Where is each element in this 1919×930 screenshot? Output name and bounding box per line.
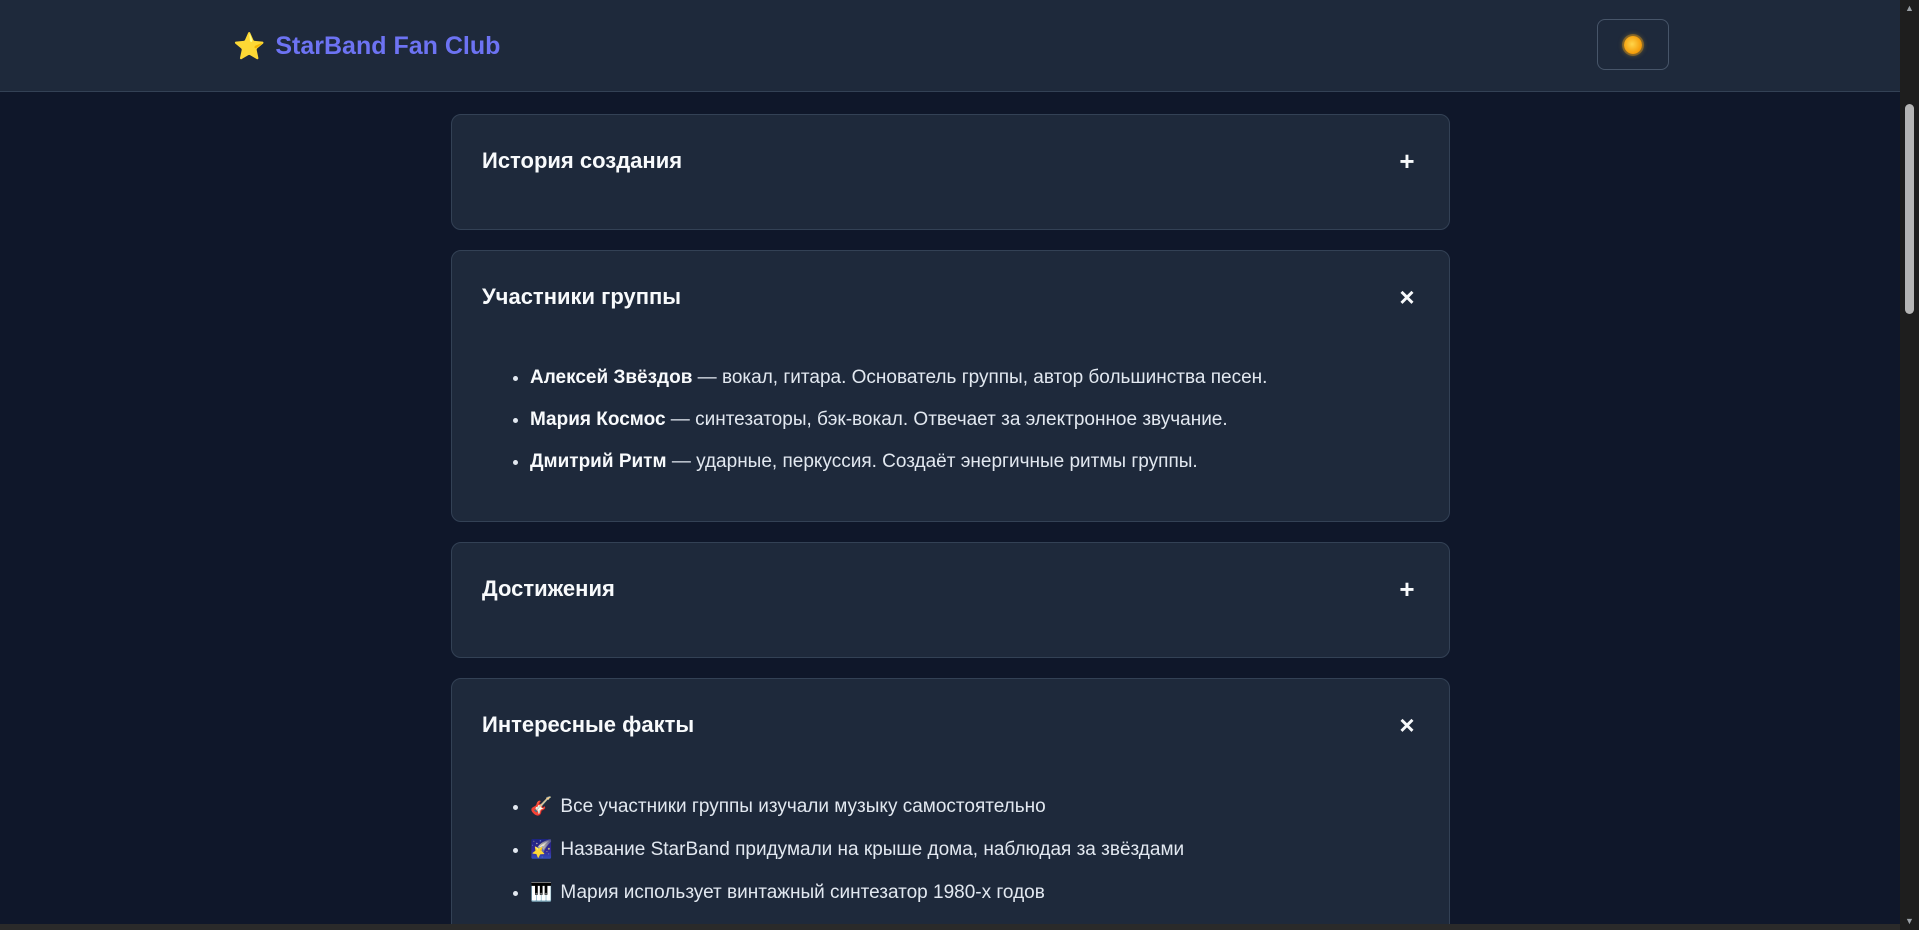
- list-item: 🎸 Все участники группы изучали музыку сам…: [530, 795, 1419, 818]
- member-desc: — ударные, перкуссия. Создаёт энергичные…: [666, 451, 1198, 472]
- member-name: Мария Космос: [530, 409, 666, 430]
- scroll-down-arrow-icon[interactable]: ▼: [1900, 913, 1919, 930]
- accordion-item-facts: Интересные факты × 🎸 Все участники группы…: [451, 678, 1450, 930]
- shooting-star-icon: 🌠: [530, 839, 553, 859]
- facts-list: 🎸 Все участники группы изучали музыку сам…: [482, 795, 1419, 904]
- sun-icon: [1624, 35, 1642, 54]
- accordion-title: Участники группы: [482, 284, 682, 309]
- brand-title: StarBand Fan Club: [275, 32, 501, 60]
- list-item: 🌠 Название StarBand придумали на крыше до…: [530, 838, 1419, 861]
- expand-icon[interactable]: +: [1395, 148, 1419, 174]
- scroll-up-arrow-icon[interactable]: ▲: [1900, 0, 1919, 17]
- collapse-icon[interactable]: ×: [1395, 284, 1419, 310]
- keyboard-icon: 🎹: [530, 882, 553, 902]
- collapse-icon[interactable]: ×: [1395, 712, 1419, 738]
- accordion-item-achievements: Достижения +: [451, 542, 1450, 658]
- accordion-item-history: История создания +: [451, 114, 1450, 230]
- member-name: Алексей Звёздов: [530, 367, 693, 388]
- accordion-title: Интересные факты: [482, 712, 695, 737]
- accordion-header-facts[interactable]: Интересные факты ×: [452, 679, 1449, 771]
- theme-toggle-button[interactable]: [1597, 19, 1669, 70]
- member-name: Дмитрий Ритм: [530, 451, 667, 472]
- member-desc: — синтезаторы, бэк-вокал. Отвечает за эл…: [665, 409, 1228, 430]
- accordion-title: Достижения: [482, 576, 615, 601]
- guitar-icon: 🎸: [530, 796, 553, 816]
- vertical-scrollbar[interactable]: ▲ ▼: [1900, 0, 1919, 930]
- brand-link[interactable]: ⭐ StarBand Fan Club: [233, 29, 500, 63]
- site-header: ⭐ StarBand Fan Club: [0, 0, 1900, 92]
- members-list: Алексей Звёздов — вокал, гитара. Основат…: [482, 367, 1419, 473]
- accordion-title: История создания: [482, 148, 683, 173]
- accordion-header-history[interactable]: История создания +: [452, 115, 1449, 207]
- member-desc: — вокал, гитара. Основатель группы, авто…: [692, 367, 1268, 388]
- fact-text: Мария использует винтажный синтезатор 19…: [560, 882, 1045, 903]
- fact-text: Название StarBand придумали на крыше дом…: [560, 839, 1185, 860]
- accordion-body-members: Алексей Звёздов — вокал, гитара. Основат…: [452, 343, 1449, 513]
- fact-text: Все участники группы изучали музыку само…: [560, 796, 1046, 817]
- scrollbar-thumb[interactable]: [1905, 104, 1914, 314]
- accordion: История создания + Участники группы × Ал…: [451, 114, 1450, 930]
- page: ⭐ StarBand Fan Club История создания + У…: [0, 0, 1919, 930]
- list-item: Алексей Звёздов — вокал, гитара. Основат…: [530, 367, 1419, 389]
- accordion-body-facts: 🎸 Все участники группы изучали музыку сам…: [452, 771, 1449, 930]
- list-item: Дмитрий Ритм — ударные, перкуссия. Созда…: [530, 451, 1419, 473]
- accordion-header-achievements[interactable]: Достижения +: [452, 543, 1449, 635]
- accordion-header-members[interactable]: Участники группы ×: [452, 251, 1449, 343]
- list-item: Мария Космос — синтезаторы, бэк-вокал. О…: [530, 409, 1419, 431]
- star-icon: ⭐: [233, 31, 266, 61]
- accordion-item-members: Участники группы × Алексей Звёздов — вок…: [451, 250, 1450, 522]
- list-item: 🎹 Мария использует винтажный синтезатор 1…: [530, 881, 1419, 904]
- horizontal-scrollbar: [0, 924, 1900, 930]
- expand-icon[interactable]: +: [1395, 576, 1419, 602]
